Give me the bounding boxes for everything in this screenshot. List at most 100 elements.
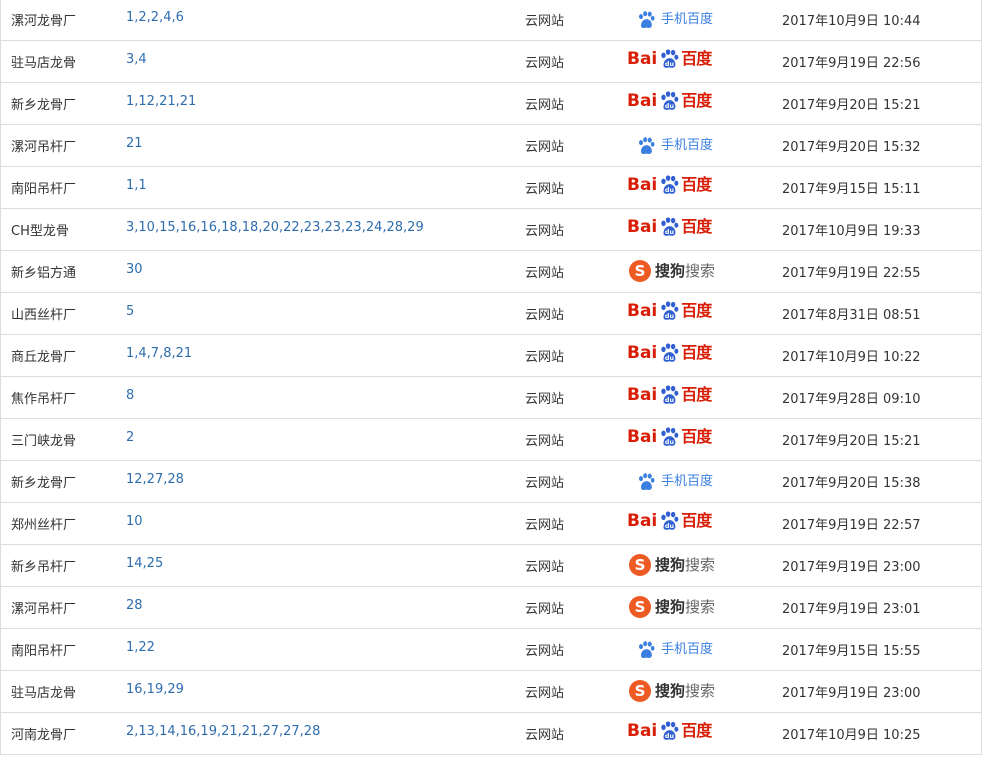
sogou-s-icon: S	[629, 596, 651, 618]
baidu-logo-latin: Bai	[627, 721, 658, 741]
svg-text:du: du	[665, 102, 675, 110]
search-engine-cell: Bai du 百度	[626, 293, 736, 334]
source-site: 云网站	[525, 224, 565, 239]
baidu-logo-chinese: 百度	[681, 427, 712, 446]
table-row: 漯河吊杆厂 21 云网站 手机百度 2017年9月20日 15:32	[1, 125, 981, 167]
keyword-rank-list[interactable]: 1,4,7,8,21	[126, 346, 516, 361]
search-engine-cell: Bai du 百度	[626, 167, 736, 208]
table-row: 漯河吊杆厂 28 云网站 S 搜狗搜索 2017年9月19日 23:01	[1, 587, 981, 629]
baidu-logo-icon: Bai du 百度	[627, 426, 712, 448]
keyword-rank-list[interactable]: 1,1	[126, 178, 516, 193]
search-engine-cell: Bai du 百度	[626, 335, 736, 376]
source-site: 云网站	[525, 182, 565, 197]
keyword-rank-list[interactable]: 5	[126, 304, 516, 319]
baidu-logo-chinese: 百度	[681, 301, 712, 320]
keyword-rank-list[interactable]: 30	[126, 262, 516, 277]
search-engine-cell: 手机百度	[626, 461, 736, 502]
keyword-rank-list[interactable]: 8	[126, 388, 516, 403]
source-site: 云网站	[525, 350, 565, 365]
source-site: 云网站	[525, 98, 565, 113]
table-row: 南阳吊杆厂 1,22 云网站 手机百度 2017年9月15日 15:55	[1, 629, 981, 671]
baidu-logo-chinese: 百度	[681, 385, 712, 404]
keyword-rank-list[interactable]: 2,13,14,16,19,21,21,27,27,28	[126, 724, 516, 739]
keyword-rank-list[interactable]: 16,19,29	[126, 682, 516, 697]
baidu-paw-icon: du	[658, 90, 680, 112]
visit-time: 2017年9月19日 23:00	[782, 560, 921, 575]
svg-text:du: du	[665, 522, 675, 530]
baidu-logo-icon: Bai du 百度	[627, 216, 712, 238]
mobile-baidu-label: 手机百度	[661, 138, 714, 153]
source-site: 云网站	[525, 392, 565, 407]
sogou-s-icon: S	[629, 680, 651, 702]
baidu-logo-latin: Bai	[627, 385, 658, 405]
baidu-paw-icon: du	[658, 342, 680, 364]
table-row: 新乡铝方通 30 云网站 S 搜狗搜索 2017年9月19日 22:55	[1, 251, 981, 293]
table-row: 新乡龙骨厂 12,27,28 云网站 手机百度 2017年9月20日 15:38	[1, 461, 981, 503]
baidu-paw-icon: du	[658, 384, 680, 406]
sogou-label: 搜狗搜索	[655, 262, 716, 280]
source-site: 云网站	[525, 308, 565, 323]
search-engine-cell: Bai du 百度	[626, 713, 736, 754]
visit-time: 2017年9月19日 23:00	[782, 686, 921, 701]
baidu-paw-icon: du	[658, 216, 680, 238]
keyword-group-name: 南阳吊杆厂	[11, 182, 77, 197]
keyword-group-name: 新乡铝方通	[11, 266, 77, 281]
keyword-group-name: 新乡吊杆厂	[11, 560, 77, 575]
baidu-logo-latin: Bai	[627, 343, 658, 363]
baidu-paw-icon: du	[658, 174, 680, 196]
sogou-s-icon: S	[629, 260, 651, 282]
baidu-logo-chinese: 百度	[681, 49, 712, 68]
table-row: 商丘龙骨厂 1,4,7,8,21 云网站 Bai du 百度 2017年10月9…	[1, 335, 981, 377]
keyword-rank-list[interactable]: 1,2,2,4,6	[126, 10, 516, 25]
mobile-baidu-paw-icon	[636, 136, 656, 156]
keyword-group-name: 河南龙骨厂	[11, 728, 77, 743]
visit-time: 2017年10月9日 10:44	[782, 14, 921, 29]
source-site: 云网站	[525, 602, 565, 617]
keyword-group-name: 郑州丝杆厂	[11, 518, 77, 533]
visit-time: 2017年10月9日 10:22	[782, 350, 921, 365]
keyword-group-name: 新乡龙骨厂	[11, 476, 77, 491]
keyword-rank-list[interactable]: 21	[126, 136, 516, 151]
source-site: 云网站	[525, 476, 565, 491]
mobile-baidu-paw-icon	[636, 472, 656, 492]
baidu-logo-latin: Bai	[627, 91, 658, 111]
mobile-baidu-label: 手机百度	[661, 12, 714, 27]
keyword-rank-list[interactable]: 3,4	[126, 52, 516, 67]
keyword-rank-list[interactable]: 1,22	[126, 640, 516, 655]
baidu-logo-icon: Bai du 百度	[627, 720, 712, 742]
mobile-baidu-paw-icon	[636, 10, 656, 30]
table-row: CH型龙骨 3,10,15,16,16,18,18,20,22,23,23,23…	[1, 209, 981, 251]
mobile-baidu-logo-icon: 手机百度	[636, 10, 713, 30]
mobile-baidu-logo-icon: 手机百度	[636, 136, 713, 156]
keyword-group-name: 漯河龙骨厂	[11, 14, 77, 29]
keyword-rank-list[interactable]: 10	[126, 514, 516, 529]
keyword-rank-list[interactable]: 3,10,15,16,16,18,18,20,22,23,23,23,24,28…	[126, 220, 516, 235]
sogou-label: 搜狗搜索	[655, 598, 716, 616]
table-row: 河南龙骨厂 2,13,14,16,19,21,21,27,27,28 云网站 B…	[1, 713, 981, 755]
table-row: 新乡龙骨厂 1,12,21,21 云网站 Bai du 百度 2017年9月20…	[1, 83, 981, 125]
keyword-rank-list[interactable]: 1,12,21,21	[126, 94, 516, 109]
table-row: 南阳吊杆厂 1,1 云网站 Bai du 百度 2017年9月15日 15:11	[1, 167, 981, 209]
source-site: 云网站	[525, 644, 565, 659]
baidu-logo-latin: Bai	[627, 175, 658, 195]
table-row: 漯河龙骨厂 1,2,2,4,6 云网站 手机百度 2017年10月9日 10:4…	[1, 0, 981, 41]
svg-text:du: du	[665, 312, 675, 320]
baidu-logo-icon: Bai du 百度	[627, 510, 712, 532]
baidu-logo-icon: Bai du 百度	[627, 48, 712, 70]
visit-time: 2017年9月15日 15:11	[782, 182, 921, 197]
keyword-rank-list[interactable]: 2	[126, 430, 516, 445]
mobile-baidu-logo-icon: 手机百度	[636, 472, 713, 492]
visit-records-table: 漯河龙骨厂 1,2,2,4,6 云网站 手机百度 2017年10月9日 10:4…	[0, 0, 982, 755]
keyword-rank-list[interactable]: 28	[126, 598, 516, 613]
visit-time: 2017年9月20日 15:21	[782, 434, 921, 449]
keyword-group-name: 漯河吊杆厂	[11, 602, 77, 617]
search-engine-cell: S 搜狗搜索	[626, 587, 736, 628]
visit-time: 2017年9月28日 09:10	[782, 392, 921, 407]
keyword-group-name: 南阳吊杆厂	[11, 644, 77, 659]
table-row: 郑州丝杆厂 10 云网站 Bai du 百度 2017年9月19日 22:57	[1, 503, 981, 545]
visit-time: 2017年9月20日 15:38	[782, 476, 921, 491]
keyword-rank-list[interactable]: 12,27,28	[126, 472, 516, 487]
keyword-group-name: 焦作吊杆厂	[11, 392, 77, 407]
keyword-rank-list[interactable]: 14,25	[126, 556, 516, 571]
baidu-logo-latin: Bai	[627, 511, 658, 531]
